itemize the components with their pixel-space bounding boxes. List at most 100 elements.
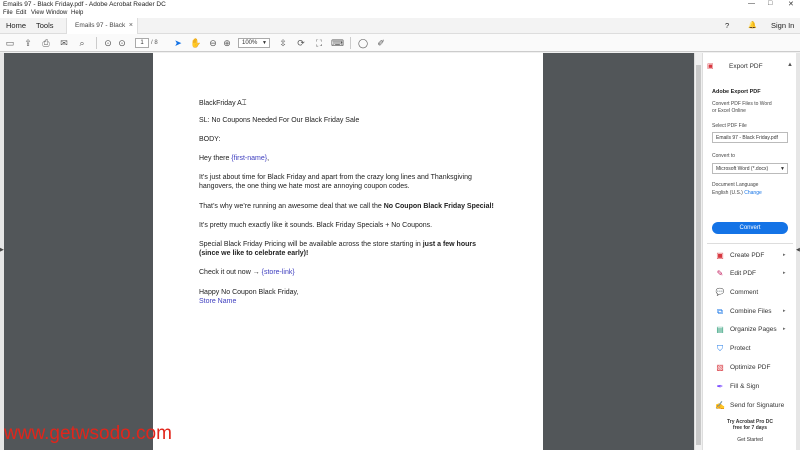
doc-line: Check it out now → {store-link}	[199, 269, 295, 276]
page-down-icon[interactable]: ⊙	[116, 37, 128, 49]
tool-protect[interactable]: ⛉ Protect	[703, 342, 797, 356]
help-icon[interactable]: ?	[725, 18, 729, 34]
comment-icon: 💬	[715, 289, 725, 296]
tool-label: Combine Files	[730, 308, 772, 315]
save-icon[interactable]: ▭	[4, 37, 16, 49]
upload-icon[interactable]: ⇪	[22, 37, 34, 49]
page-number-input[interactable]: 1	[135, 38, 149, 48]
zoom-out-icon[interactable]: ⊖	[207, 37, 219, 49]
promo-block: Try Acrobat Pro DC free for 7 days Get S…	[703, 413, 797, 443]
tool-label: Edit PDF	[730, 270, 757, 277]
menu-help[interactable]: Help	[71, 10, 83, 16]
select-arrow-icon[interactable]: ➤	[172, 37, 184, 49]
zoom-select[interactable]: 100% ▼	[238, 38, 270, 48]
export-desc: or Excel Online	[712, 108, 746, 114]
sign-in-link[interactable]: Sign In	[771, 18, 794, 34]
doc-line: It’s pretty much exactly like it sounds.…	[199, 222, 433, 229]
chevron-right-icon: ▸	[783, 326, 786, 332]
page-count: / 8	[151, 40, 158, 46]
chevron-up-icon[interactable]: ▲	[787, 62, 793, 68]
doc-line: Happy No Coupon Black Friday,	[199, 289, 299, 296]
menu-file[interactable]: File	[3, 10, 13, 16]
document-viewer[interactable]: BlackFriday A⌶ SL: No Coupons Needed For…	[4, 53, 694, 450]
hand-tool-icon[interactable]: ✋	[190, 37, 202, 49]
tool-combine-files[interactable]: ⧉ Combine Files ▸	[703, 305, 797, 319]
change-language-link[interactable]: Change	[744, 190, 762, 196]
tab-bar: Home Tools Emails 97 - Black Fri... × ? …	[0, 18, 800, 45]
tool-organize-pages[interactable]: ▤ Organize Pages ▸	[703, 323, 797, 337]
export-pdf-header[interactable]: Export PDF	[729, 63, 763, 70]
maximize-button[interactable]: □	[768, 0, 772, 7]
doc-line: SL: No Coupons Needed For Our Black Frid…	[199, 117, 360, 124]
doc-line: That’s why we’re running an awesome deal…	[199, 203, 494, 210]
optimize-pdf-icon: ▧	[716, 363, 724, 372]
doc-line: Hey there {first-name},	[199, 155, 270, 162]
export-title: Adobe Export PDF	[712, 89, 761, 95]
full-screen-icon[interactable]: ⛶	[313, 37, 325, 49]
chevron-right-icon: ▸	[783, 252, 786, 258]
tool-send-for-signature[interactable]: ✍ Send for Signature	[703, 399, 797, 413]
rotate-icon[interactable]: ⟳	[295, 37, 307, 49]
tool-label: Protect	[730, 345, 751, 352]
tab-document[interactable]: Emails 97 - Black Fri... ×	[66, 18, 138, 45]
zoom-in-icon[interactable]: ⊕	[221, 37, 233, 49]
doc-line: BlackFriday A⌶	[199, 98, 247, 107]
tool-label: Comment	[730, 289, 759, 296]
vertical-scrollbar[interactable]	[694, 53, 702, 450]
panel-divider	[707, 243, 793, 244]
zoom-value: 100%	[242, 40, 258, 46]
tool-label: Fill & Sign	[730, 383, 760, 390]
highlight-pen-icon[interactable]: ✐	[375, 37, 387, 49]
doc-line: BODY:	[199, 136, 221, 143]
page-up-icon[interactable]: ⊙	[102, 37, 114, 49]
combine-files-icon: ⧉	[717, 307, 723, 316]
tool-edit-pdf[interactable]: ✎ Edit PDF ▸	[703, 267, 797, 281]
promo-subtitle: free for 7 days	[732, 425, 768, 431]
minimize-button[interactable]: —	[748, 0, 755, 7]
doc-line: It’s just about time for Black Friday an…	[199, 174, 472, 181]
tool-label: Organize Pages	[730, 326, 777, 333]
pdf-page: BlackFriday A⌶ SL: No Coupons Needed For…	[153, 53, 543, 450]
send-signature-icon: ✍	[715, 401, 725, 410]
menu-bar: File Edit View Window Help	[0, 9, 800, 18]
language-value: English (U.S.) Change	[712, 190, 762, 196]
selected-file-field[interactable]: Emails 97 - Black Friday.pdf	[712, 132, 788, 143]
bell-icon[interactable]: 🔔	[748, 18, 757, 34]
menu-edit[interactable]: Edit	[16, 10, 26, 16]
print-icon[interactable]: ⎙	[40, 37, 52, 49]
tools-pane: ▣ Export PDF ▲ Adobe Export PDF Convert …	[702, 53, 796, 450]
tab-close-icon[interactable]: ×	[129, 18, 133, 34]
close-window-button[interactable]: ✕	[788, 0, 794, 8]
toolbar-divider	[96, 37, 97, 49]
tab-tools[interactable]: Tools	[36, 18, 54, 34]
export-desc: Convert PDF Files to Word	[712, 101, 772, 107]
chevron-down-icon: ▼	[780, 166, 785, 172]
convert-to-label: Convert to	[712, 153, 736, 159]
window-title: Emails 97 - Black Friday.pdf - Adobe Acr…	[3, 1, 166, 8]
comment-icon[interactable]: ◯	[357, 37, 369, 49]
chevron-left-icon[interactable]: ◀	[796, 247, 800, 253]
tool-optimize-pdf[interactable]: ▧ Optimize PDF	[703, 361, 797, 375]
chevron-down-icon: ▼	[262, 40, 267, 46]
tool-label: Create PDF	[730, 252, 765, 259]
email-icon[interactable]: ✉	[58, 37, 70, 49]
tool-create-pdf[interactable]: ▣ Create PDF ▸	[703, 249, 797, 263]
doc-line: hangovers, the one thing we hate most ar…	[199, 183, 410, 190]
search-icon[interactable]: ⌕	[76, 37, 88, 49]
fit-page-icon[interactable]: ⇳	[277, 37, 289, 49]
keyboard-icon[interactable]: ⌨	[331, 37, 344, 49]
edit-pdf-icon: ✎	[716, 269, 724, 278]
tool-label: Optimize PDF	[730, 364, 771, 371]
tool-label: Send for Signature	[730, 402, 785, 409]
menu-view[interactable]: View	[31, 10, 44, 16]
convert-button[interactable]: Convert	[712, 222, 788, 234]
tool-fill-sign[interactable]: ✒ Fill & Sign	[703, 380, 797, 394]
format-select[interactable]: Microsoft Word (*.docx) ▼	[712, 163, 788, 174]
get-started-link[interactable]: Get Started	[703, 437, 797, 443]
fill-sign-icon: ✒	[716, 382, 724, 391]
menu-window[interactable]: Window	[46, 10, 67, 16]
scrollbar-thumb[interactable]	[696, 65, 701, 445]
tab-home[interactable]: Home	[6, 18, 26, 34]
title-bar: Emails 97 - Black Friday.pdf - Adobe Acr…	[0, 0, 800, 9]
tool-comment[interactable]: 💬 Comment	[703, 286, 797, 300]
